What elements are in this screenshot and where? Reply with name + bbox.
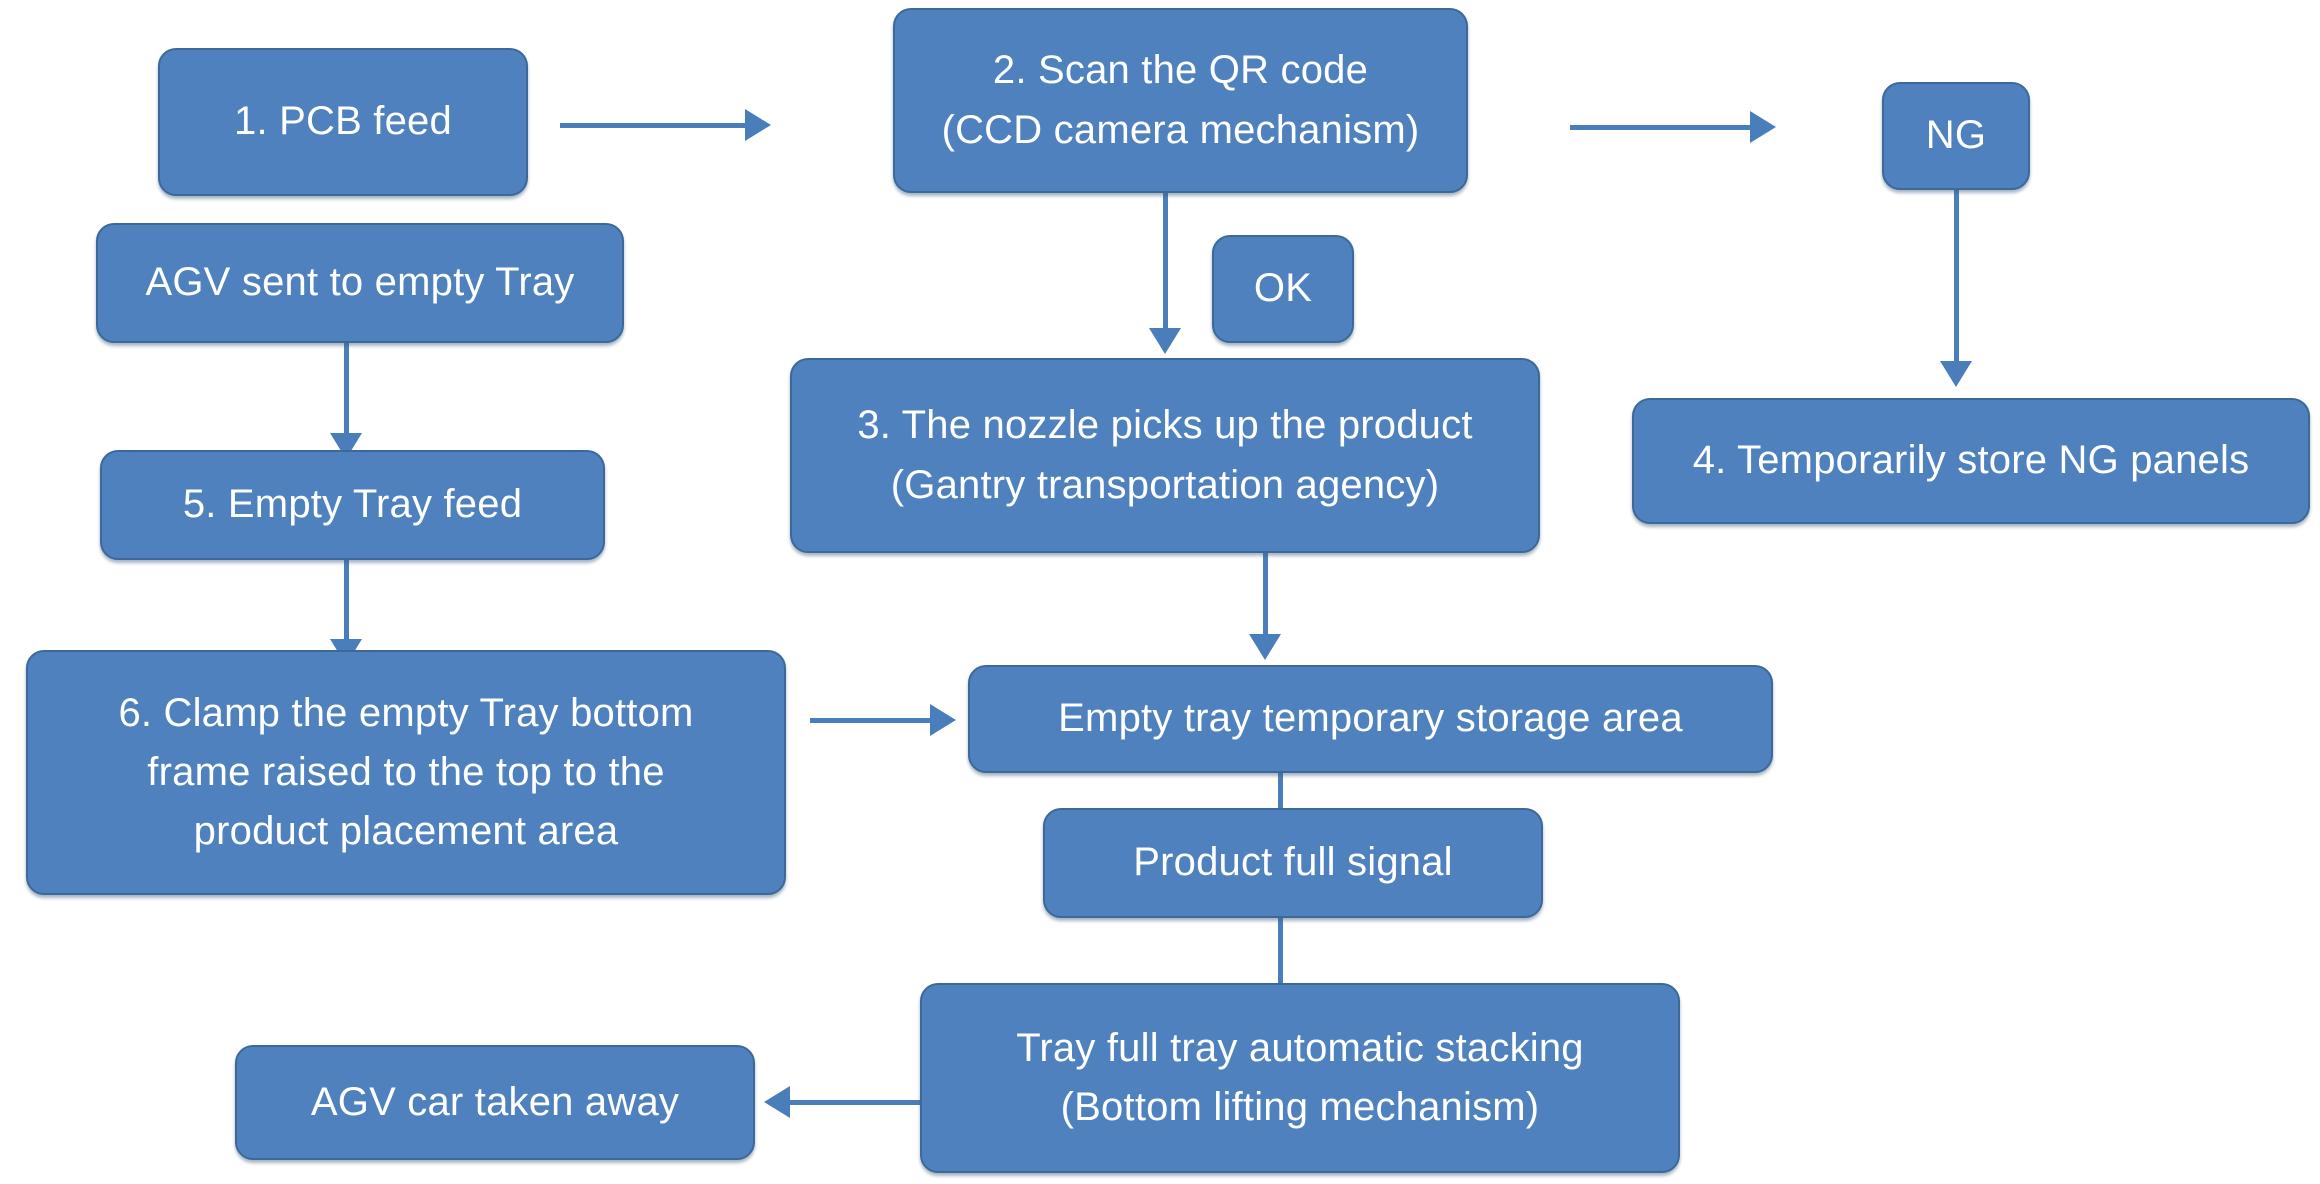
node-pcb-feed-label: 1. PCB feed	[234, 99, 452, 144]
flowchart-canvas: 1. PCB feed 2. Scan the QR code (CCD cam…	[0, 0, 2320, 1184]
node-store-ng-panels-label: 4. Temporarily store NG panels	[1692, 438, 2250, 483]
connector-clamp-to-emptytraystorage	[810, 718, 930, 723]
arrowhead-clamp-to-emptytraystorage	[930, 704, 956, 736]
arrowhead-scanqr-to-nozzle	[1149, 328, 1181, 354]
node-empty-tray-feed[interactable]: 5. Empty Tray feed	[100, 450, 605, 560]
node-ok-label: OK	[1253, 266, 1313, 311]
arrowhead-pcbfeed-to-scanqr	[745, 109, 771, 141]
connector-traystacking-to-agvtaken	[790, 1100, 920, 1105]
node-nozzle-picks-product-label: 3. The nozzle picks up the product (Gant…	[857, 403, 1473, 507]
arrowhead-traystacking-to-agvtaken	[764, 1086, 790, 1118]
node-agv-sent-to-empty-tray-label: AGV sent to empty Tray	[145, 260, 575, 305]
node-nozzle-picks-product[interactable]: 3. The nozzle picks up the product (Gant…	[790, 358, 1540, 553]
node-scan-qr-label: 2. Scan the QR code (CCD camera mechanis…	[941, 48, 1420, 152]
connector-agvsent-to-emptytrayfeed	[344, 342, 349, 437]
connector-scanqr-to-ng	[1570, 125, 1750, 130]
node-empty-tray-feed-label: 5. Empty Tray feed	[182, 482, 523, 527]
node-tray-full-stacking-label: Tray full tray automatic stacking (Botto…	[1016, 1025, 1584, 1129]
node-ng[interactable]: NG	[1882, 82, 2030, 190]
connector-pcbfeed-to-scanqr	[560, 123, 745, 128]
node-agv-sent-to-empty-tray[interactable]: AGV sent to empty Tray	[96, 223, 624, 343]
node-empty-tray-storage-label: Empty tray temporary storage area	[1058, 696, 1683, 741]
node-ng-label: NG	[1925, 113, 1987, 158]
node-product-full-signal[interactable]: Product full signal	[1043, 808, 1543, 918]
arrowhead-scanqr-to-ng	[1750, 111, 1776, 143]
node-clamp-empty-tray-label: 6. Clamp the empty Tray bottom frame rai…	[118, 690, 694, 854]
node-scan-qr[interactable]: 2. Scan the QR code (CCD camera mechanis…	[893, 8, 1468, 193]
node-clamp-empty-tray[interactable]: 6. Clamp the empty Tray bottom frame rai…	[26, 650, 786, 895]
node-agv-car-taken-away-label: AGV car taken away	[310, 1079, 680, 1124]
node-agv-car-taken-away[interactable]: AGV car taken away	[235, 1045, 755, 1160]
arrowhead-ng-to-storeng	[1940, 361, 1972, 387]
node-pcb-feed[interactable]: 1. PCB feed	[158, 48, 528, 196]
arrowhead-nozzle-to-emptytraystorage	[1249, 634, 1281, 660]
node-store-ng-panels[interactable]: 4. Temporarily store NG panels	[1632, 398, 2310, 524]
connector-emptytrayfeed-to-clamp	[344, 558, 349, 643]
connector-nozzle-to-emptytraystorage	[1263, 553, 1268, 638]
node-tray-full-stacking[interactable]: Tray full tray automatic stacking (Botto…	[920, 983, 1680, 1173]
connector-ng-to-storeng	[1954, 190, 1959, 365]
node-empty-tray-storage[interactable]: Empty tray temporary storage area	[968, 665, 1773, 773]
connector-scanqr-to-nozzle	[1163, 192, 1168, 332]
node-product-full-signal-label: Product full signal	[1133, 840, 1453, 885]
node-ok[interactable]: OK	[1212, 235, 1354, 343]
